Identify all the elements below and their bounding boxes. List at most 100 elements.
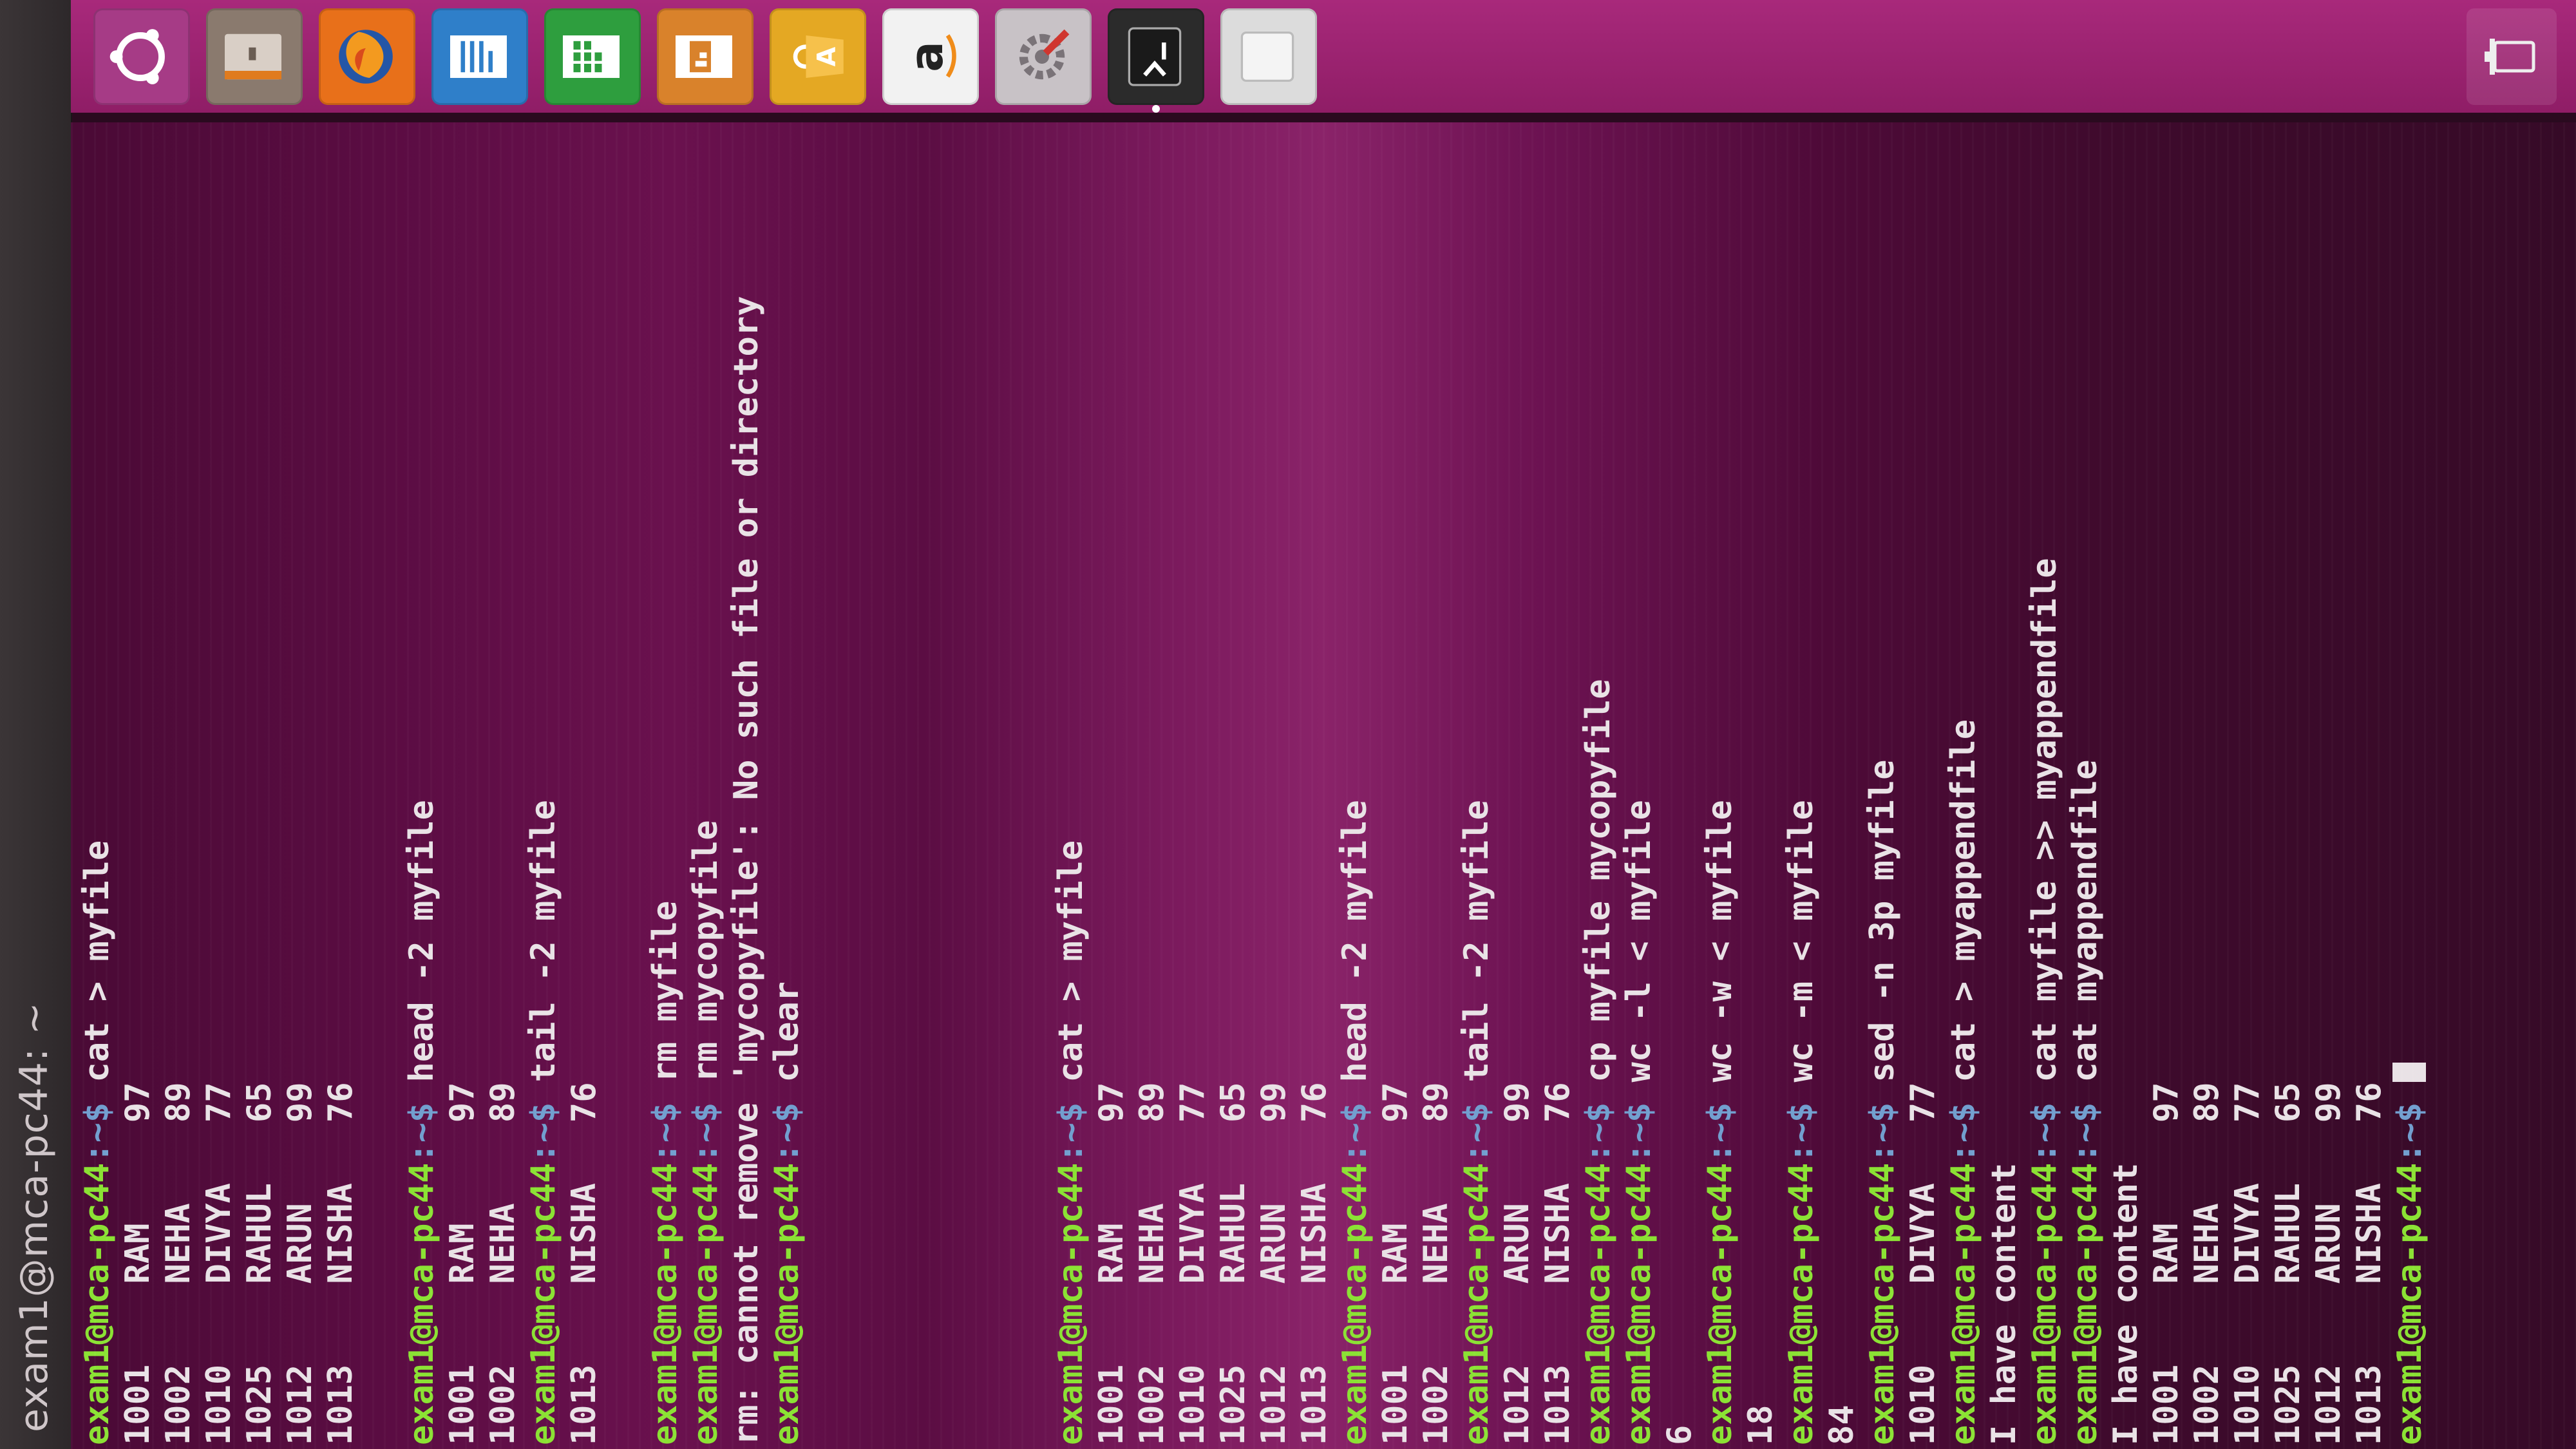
terminal-command-line: exam1@mca-pc44:~$ rm mycopyfile (686, 122, 726, 1445)
terminal-output-line: 1012 ARUN 99 (1255, 1082, 1293, 1445)
presentation-icon (668, 21, 742, 92)
prompt-path: :~$ (646, 1102, 685, 1163)
terminal-output-line: 1013 NISHA 76 (321, 1082, 360, 1445)
launcher-blank-app[interactable] (1220, 8, 1317, 105)
terminal-output-line: 84 (1823, 1405, 1861, 1445)
terminal-output-line: 1001 RAM 97 (118, 1082, 157, 1445)
command-text: tail -2 myfile (524, 800, 563, 1103)
prompt-path: :~$ (1782, 1102, 1821, 1163)
desktop: exam1@mca-pc44: ~ exam1@mca-pc44:~$ cat … (0, 0, 2576, 1449)
terminal-command-line: exam1@mca-pc44:~$ clear (767, 122, 808, 1445)
terminal-output-line: 1001 RAM 97 (2147, 1082, 2186, 1445)
prompt-user-host: exam1@mca-pc44 (78, 1162, 117, 1445)
terminal-command-line: exam1@mca-pc44:~$ cat myappendfile (2065, 122, 2106, 1445)
terminal-command-line: exam1@mca-pc44:~$ cat > myappendfile (1944, 122, 1984, 1445)
terminal-output-line: 1002 NEHA 89 (2188, 1082, 2226, 1445)
gear-icon (1007, 21, 1080, 92)
spreadsheet-icon (556, 21, 629, 92)
prompt-path: :~$ (2391, 1102, 2429, 1163)
prompt-path: :~$ (2066, 1102, 2105, 1163)
terminal-command-line: exam1@mca-pc44:~$ wc -l < myfile (1619, 122, 1660, 1445)
prompt-user-host: exam1@mca-pc44 (524, 1162, 563, 1445)
prompt-user-host: exam1@mca-pc44 (1863, 1162, 1902, 1445)
terminal-output-line: 1002 NEHA 89 (1417, 1082, 1455, 1445)
terminal-window[interactable]: exam1@mca-pc44:~$ cat > myfile 1001 RAM 9… (71, 122, 2576, 1449)
prompt-path: :~$ (1944, 1102, 1983, 1163)
launcher-libreoffice-writer[interactable] (431, 8, 528, 105)
terminal-command-line: exam1@mca-pc44:~$ wc -m < myfile (1781, 122, 1822, 1445)
prompt-path: :~$ (1863, 1102, 1902, 1163)
command-text: cat > myfile (1052, 840, 1090, 1103)
prompt-path: :~$ (768, 1102, 806, 1163)
launcher-terminal[interactable] (1108, 8, 1204, 105)
terminal-command-line: exam1@mca-pc44:~$ cp myfile mycopyfile (1578, 122, 1619, 1445)
launcher-amazon[interactable]: a (882, 8, 979, 105)
svg-text:a: a (900, 41, 953, 72)
file-cabinet-icon (218, 21, 291, 92)
prompt-user-host: exam1@mca-pc44 (687, 1162, 725, 1445)
launcher-files[interactable] (206, 8, 303, 105)
terminal-output-line: 18 (1741, 1405, 1780, 1445)
blank-window-icon (1232, 21, 1305, 92)
prompt-user-host: exam1@mca-pc44 (1782, 1162, 1821, 1445)
prompt-user-host: exam1@mca-pc44 (2025, 1162, 2064, 1445)
terminal-icon (1119, 21, 1193, 92)
terminal-output-line: 1001 RAM 97 (443, 1082, 482, 1445)
launcher-libreoffice-calc[interactable] (544, 8, 641, 105)
terminal-output-line: 1013 NISHA 76 (2350, 1082, 2389, 1445)
terminal-output-line: 1013 NISHA 76 (1539, 1082, 1577, 1445)
terminal-output: exam1@mca-pc44:~$ cat > myfile 1001 RAM 9… (77, 122, 2430, 1445)
command-text: cat myappendfile (2066, 759, 2105, 1103)
terminal-output-line: 1002 NEHA 89 (484, 1082, 522, 1445)
launcher-trash[interactable] (2467, 8, 2557, 105)
terminal-output-line: 1002 NEHA 89 (159, 1082, 198, 1445)
terminal-output-line: 1010 DIVYA 77 (2228, 1082, 2267, 1445)
terminal-command-line: exam1@mca-pc44:~$ cat myfile >> myappend… (2025, 122, 2065, 1446)
prompt-path: :~$ (687, 1102, 725, 1163)
launcher-software-center[interactable]: A (770, 8, 866, 105)
prompt-path: :~$ (524, 1102, 563, 1163)
launcher-libreoffice-impress[interactable] (657, 8, 753, 105)
launcher: Aa (71, 0, 2576, 113)
prompt-user-host: exam1@mca-pc44 (2391, 1162, 2429, 1445)
terminal-command-line: exam1@mca-pc44:~$ cat > myfile (77, 122, 118, 1445)
launcher-system-settings[interactable] (995, 8, 1092, 105)
svg-text:A: A (812, 46, 842, 66)
prompt-user-host: exam1@mca-pc44 (768, 1162, 806, 1445)
command-text: cat > myfile (78, 840, 117, 1103)
prompt-user-host: exam1@mca-pc44 (1336, 1162, 1374, 1445)
prompt-user-host: exam1@mca-pc44 (646, 1162, 685, 1445)
prompt-user-host: exam1@mca-pc44 (1944, 1162, 1983, 1445)
amazon-icon: a (894, 21, 967, 92)
terminal-output-line: 1001 RAM 97 (1376, 1082, 1415, 1445)
launcher-ubuntu-dash[interactable] (93, 8, 190, 105)
prompt-path: :~$ (1336, 1102, 1374, 1163)
terminal-output-line: 1025 RAHUL 65 (2269, 1082, 2307, 1445)
terminal-command-line: exam1@mca-pc44:~$ tail -2 myfile (1457, 122, 1497, 1445)
active-app-indicator (1152, 105, 1160, 113)
command-text: tail -2 myfile (1457, 800, 1496, 1103)
terminal-command-line: exam1@mca-pc44:~$ (2390, 122, 2430, 1445)
window-titlebar[interactable]: exam1@mca-pc44: ~ (0, 0, 72, 1449)
prompt-path: :~$ (1701, 1102, 1739, 1163)
launcher-firefox[interactable] (319, 8, 415, 105)
writer-document-icon (443, 21, 516, 92)
prompt-user-host: exam1@mca-pc44 (2066, 1162, 2105, 1445)
terminal-output-line: 1025 RAHUL 65 (240, 1082, 279, 1445)
terminal-output-line: 1010 DIVYA 77 (1173, 1082, 1212, 1445)
terminal-output-line: 1012 ARUN 99 (1498, 1082, 1537, 1445)
terminal-command-line: exam1@mca-pc44:~$ head -2 myfile (402, 122, 442, 1445)
terminal-output-line: 1010 DIVYA 77 (1904, 1082, 1942, 1445)
terminal-output-line: 1010 DIVYA 77 (200, 1082, 238, 1445)
prompt-user-host: exam1@mca-pc44 (1457, 1162, 1496, 1445)
terminal-command-line: exam1@mca-pc44:~$ sed -n 3p myfile (1862, 122, 1903, 1445)
prompt-user-host: exam1@mca-pc44 (1052, 1162, 1090, 1445)
window-title: exam1@mca-pc44: ~ (12, 1001, 57, 1432)
command-text (2391, 1082, 2429, 1102)
terminal-command-line: exam1@mca-pc44:~$ head -2 myfile (1335, 122, 1376, 1445)
terminal-output-line: 1012 ARUN 99 (281, 1082, 319, 1445)
